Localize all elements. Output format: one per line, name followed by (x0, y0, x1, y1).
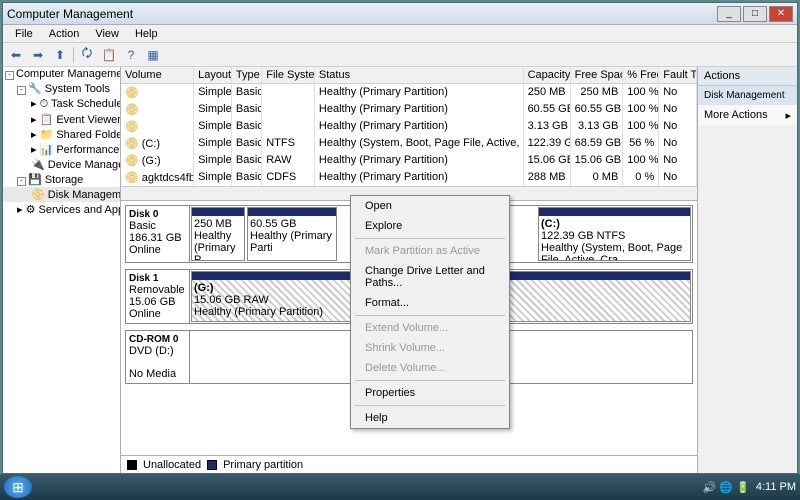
taskbar[interactable]: ⊞ 🔊 🌐 🔋 4:11 PM (0, 474, 800, 500)
ctx-extend-volume[interactable]: Extend Volume... (351, 318, 509, 338)
actions-header: Actions (698, 67, 797, 86)
volume-list: Volume Layout Type File System Status Ca… (121, 67, 697, 186)
titlebar: Computer Management _ □ ✕ (3, 3, 797, 25)
ctx-help[interactable]: Help (351, 408, 509, 428)
context-menu: Open Explore Mark Partition as Active Ch… (350, 195, 510, 429)
tray-icons[interactable]: 🔊 🌐 🔋 (703, 481, 750, 494)
volume-row[interactable]: 📀 (G:)SimpleBasicRAWHealthy (Primary Par… (121, 152, 697, 169)
col-layout[interactable]: Layout (194, 67, 232, 83)
menu-view[interactable]: View (87, 26, 127, 42)
col-pctfree[interactable]: % Free (623, 67, 659, 83)
col-status[interactable]: Status (315, 67, 524, 83)
tree-services[interactable]: ▸ ⚙ Services and Applications (3, 202, 120, 217)
disk0-part1[interactable]: 250 MBHealthy (Primary P (191, 207, 245, 261)
actions-pane: Actions Disk Management More Actions ▸ (697, 67, 797, 473)
tree-task-scheduler[interactable]: ▸ ⏱ Task Scheduler (3, 96, 120, 112)
ctx-shrink-volume[interactable]: Shrink Volume... (351, 338, 509, 358)
tree-storage[interactable]: -💾 Storage (3, 172, 120, 187)
clock[interactable]: 4:11 PM (756, 481, 796, 493)
disk0-part-c[interactable]: (C:)122.39 GB NTFSHealthy (System, Boot,… (538, 207, 691, 261)
actions-disk-mgmt[interactable]: Disk Management (698, 86, 797, 105)
menu-action[interactable]: Action (41, 26, 88, 42)
disk0-part2[interactable]: 60.55 GBHealthy (Primary Parti (247, 207, 337, 261)
col-type[interactable]: Type (232, 67, 262, 83)
toolbar: ⬅ ➡ ⬆ 🗘 📋 ? ▦ (3, 43, 797, 67)
ctx-explore[interactable]: Explore (351, 216, 509, 236)
tree-performance[interactable]: ▸ 📊 Performance (3, 142, 120, 157)
help-icon[interactable]: ? (122, 46, 140, 64)
cdrom-info: CD-ROM 0 DVD (D:) No Media (126, 331, 190, 383)
volume-row[interactable]: 📀 SimpleBasicHealthy (Primary Partition)… (121, 118, 697, 135)
minimize-button[interactable]: _ (717, 6, 741, 22)
tree-disk-management[interactable]: 📀 Disk Management (3, 187, 120, 202)
close-button[interactable]: ✕ (769, 6, 793, 22)
properties-icon[interactable]: 📋 (100, 46, 118, 64)
volume-row[interactable]: 📀 SimpleBasicHealthy (Primary Partition)… (121, 84, 697, 101)
menubar: File Action View Help (3, 25, 797, 43)
legend: Unallocated Primary partition (121, 455, 697, 473)
volume-header: Volume Layout Type File System Status Ca… (121, 67, 697, 84)
up-icon[interactable]: ⬆ (51, 46, 69, 64)
ctx-delete-volume[interactable]: Delete Volume... (351, 358, 509, 378)
tree-event-viewer[interactable]: ▸ 📋 Event Viewer (3, 112, 120, 127)
tree-root[interactable]: -Computer Management (Local (3, 67, 120, 81)
ctx-open[interactable]: Open (351, 196, 509, 216)
legend-primary-swatch (207, 460, 217, 470)
col-filesystem[interactable]: File System (262, 67, 315, 83)
volume-row[interactable]: 📀 SimpleBasicHealthy (Primary Partition)… (121, 101, 697, 118)
system-tray[interactable]: 🔊 🌐 🔋 4:11 PM (703, 481, 796, 494)
tree-shared-folders[interactable]: ▸ 📁 Shared Folders (3, 127, 120, 142)
col-free[interactable]: Free Space (571, 67, 624, 83)
view-icon[interactable]: ▦ (144, 46, 162, 64)
maximize-button[interactable]: □ (743, 6, 767, 22)
window-title: Computer Management (7, 7, 717, 21)
refresh-icon[interactable]: 🗘 (78, 46, 96, 64)
start-button[interactable]: ⊞ (4, 476, 32, 498)
volume-row[interactable]: 📀 agktdcs4fb (E:)SimpleBasicCDFSHealthy … (121, 169, 697, 186)
nav-tree[interactable]: -Computer Management (Local -🔧 System To… (3, 67, 121, 473)
menu-help[interactable]: Help (127, 26, 166, 42)
forward-icon[interactable]: ➡ (29, 46, 47, 64)
tree-device-manager[interactable]: 🔌 Device Manager (3, 157, 120, 172)
volume-row[interactable]: 📀 (C:)SimpleBasicNTFSHealthy (System, Bo… (121, 135, 697, 152)
back-icon[interactable]: ⬅ (7, 46, 25, 64)
col-fault[interactable]: Fault Tole (659, 67, 697, 83)
ctx-properties[interactable]: Properties (351, 383, 509, 403)
actions-more[interactable]: More Actions ▸ (698, 105, 797, 125)
legend-unalloc-swatch (127, 460, 137, 470)
col-capacity[interactable]: Capacity (524, 67, 571, 83)
ctx-format[interactable]: Format... (351, 293, 509, 313)
col-volume[interactable]: Volume (121, 67, 194, 83)
legend-unalloc-label: Unallocated (143, 459, 201, 471)
menu-file[interactable]: File (7, 26, 41, 42)
ctx-change-drive-letter[interactable]: Change Drive Letter and Paths... (351, 261, 509, 293)
disk-1-info: Disk 1 Removable 15.06 GB Online (126, 270, 190, 323)
disk-0-info: Disk 0 Basic 186.31 GB Online (126, 206, 190, 262)
ctx-mark-active[interactable]: Mark Partition as Active (351, 241, 509, 261)
legend-primary-label: Primary partition (223, 459, 303, 471)
tree-system-tools[interactable]: -🔧 System Tools (3, 81, 120, 96)
